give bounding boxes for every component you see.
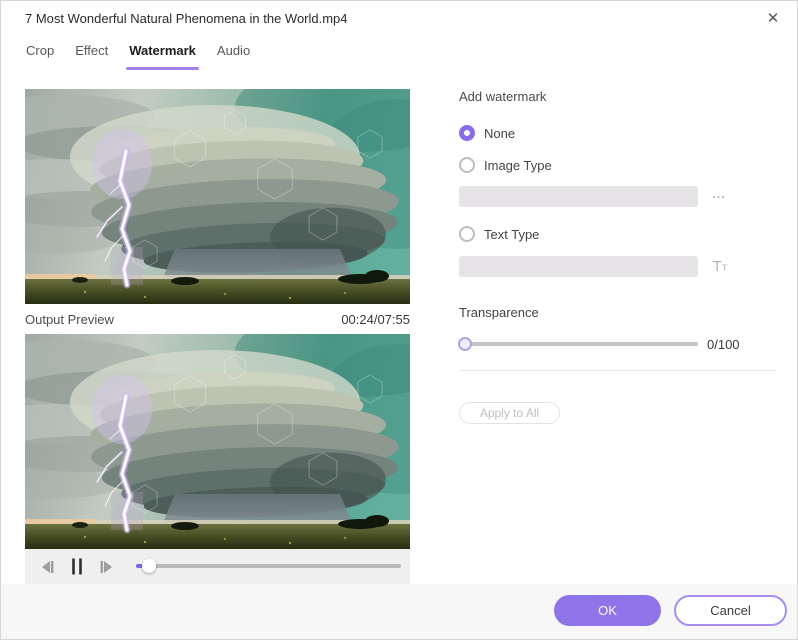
font-settings-button[interactable]: TT (708, 255, 732, 279)
cancel-button[interactable]: Cancel (674, 595, 787, 626)
playback-controls (25, 549, 410, 584)
watermark-text-input[interactable] (459, 256, 698, 277)
transparence-label: Transparence (459, 305, 539, 320)
font-icon: T (713, 258, 722, 275)
active-tab-indicator (126, 67, 199, 70)
playback-timestamp: 00:24/07:55 (341, 312, 410, 327)
radio-none[interactable]: None (459, 125, 515, 141)
radio-none-circle[interactable] (459, 125, 475, 141)
close-icon[interactable]: ✕ (763, 9, 783, 29)
transparence-slider-thumb[interactable] (458, 337, 472, 351)
image-path-input[interactable] (459, 186, 698, 207)
section-divider (459, 370, 776, 371)
radio-text-type-label: Text Type (484, 227, 539, 242)
dialog-title: 7 Most Wonderful Natural Phenomena in th… (25, 11, 348, 26)
seek-slider-thumb[interactable] (142, 559, 156, 573)
tab-crop[interactable]: Crop (25, 41, 55, 70)
original-preview (25, 89, 410, 304)
storm-image (25, 89, 410, 304)
tab-bar: Crop Effect Watermark Audio (25, 41, 251, 70)
add-watermark-title: Add watermark (459, 89, 546, 104)
radio-image-type-label: Image Type (484, 158, 552, 173)
radio-text-type-circle[interactable] (459, 226, 475, 242)
seek-slider[interactable] (136, 564, 401, 568)
title-bar: 7 Most Wonderful Natural Phenomena in th… (1, 1, 797, 37)
radio-none-label: None (484, 126, 515, 141)
transparence-slider[interactable] (459, 342, 698, 346)
preview-meta-row: Output Preview 00:24/07:55 (25, 304, 410, 334)
next-frame-icon (99, 559, 115, 575)
radio-text-type[interactable]: Text Type (459, 226, 539, 242)
pause-icon (69, 558, 85, 575)
tab-watermark[interactable]: Watermark (128, 41, 197, 70)
next-frame-button[interactable] (99, 558, 115, 575)
watermark-settings-panel: Add watermark None Image Type ... Text T… (459, 89, 776, 509)
watermark-dialog: 7 Most Wonderful Natural Phenomena in th… (0, 0, 798, 640)
transparence-value: 0/100 (707, 337, 740, 352)
browse-button[interactable]: ... (706, 182, 732, 206)
output-preview-label: Output Preview (25, 312, 114, 327)
previous-frame-icon (39, 559, 55, 575)
previous-frame-button[interactable] (39, 558, 55, 575)
tab-watermark-label: Watermark (129, 43, 196, 58)
preview-panel: Output Preview 00:24/07:55 (25, 89, 410, 584)
tab-audio[interactable]: Audio (216, 41, 251, 70)
output-preview (25, 334, 410, 549)
storm-image (25, 334, 410, 549)
dialog-footer: OK Cancel (1, 584, 798, 640)
radio-image-type-circle[interactable] (459, 157, 475, 173)
radio-image-type[interactable]: Image Type (459, 157, 552, 173)
pause-button[interactable] (69, 558, 85, 575)
ok-button[interactable]: OK (554, 595, 661, 626)
apply-to-all-button[interactable]: Apply to All (459, 402, 560, 424)
tab-effect[interactable]: Effect (74, 41, 109, 70)
